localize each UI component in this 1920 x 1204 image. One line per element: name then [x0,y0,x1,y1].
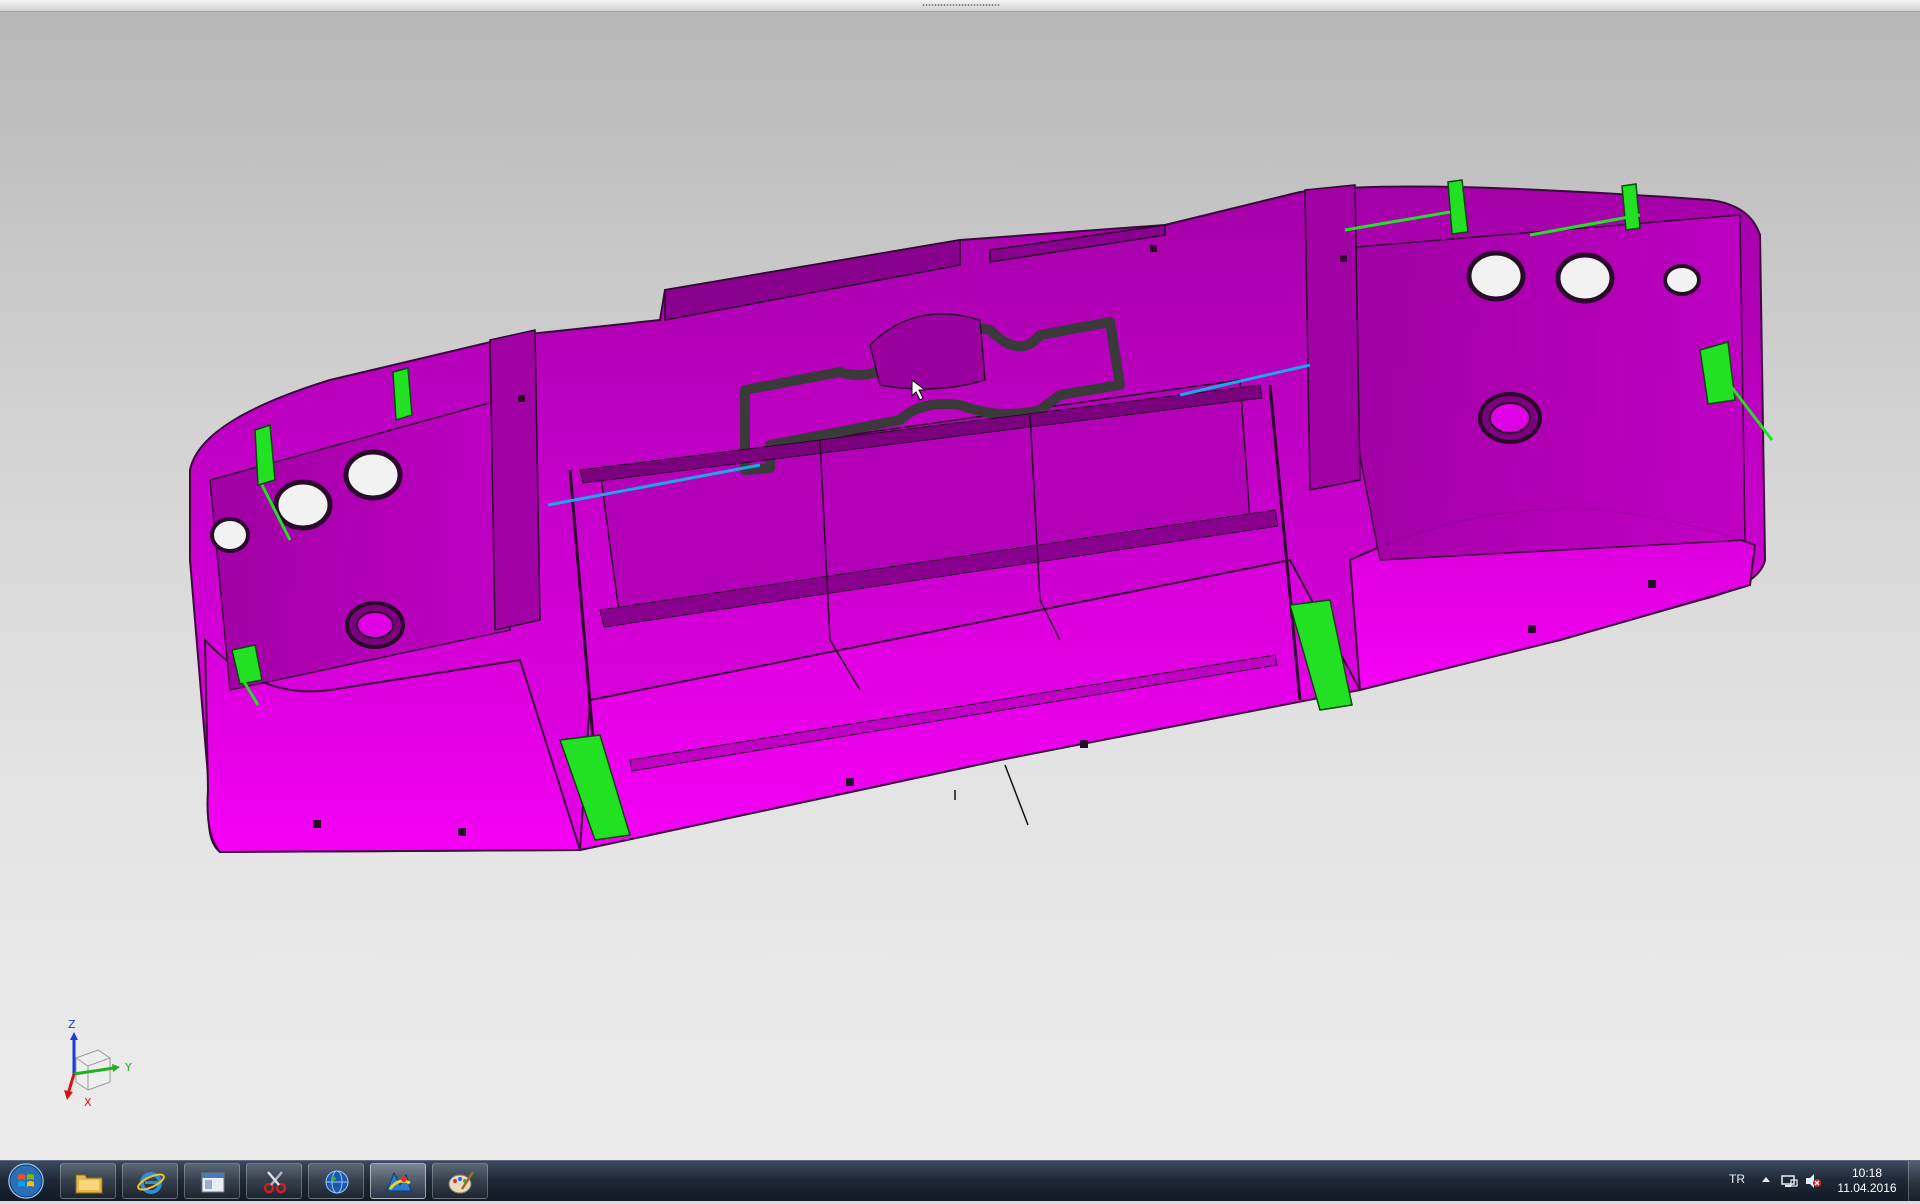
clock-time: 10:18 [1851,1166,1883,1180]
show-hidden-icons-icon[interactable] [1760,1173,1772,1187]
3d-viewport[interactable]: Z Y X [0,12,1920,1160]
clock-date: 11.04.2016 [1837,1181,1897,1195]
taskbar-button-window[interactable] [184,1163,240,1199]
corner-block-left [489,329,541,631]
volume-muted-icon[interactable] [1804,1173,1822,1189]
start-button[interactable] [4,1162,48,1200]
window-top-strip [0,0,1920,12]
triad-z-label: Z [68,1018,76,1031]
taskbar-button-ie[interactable] [122,1163,178,1199]
windows-start-orb-icon [8,1163,44,1199]
palette-icon [448,1171,475,1194]
corner-block-right [1304,184,1361,491]
taskbar-button-snipping[interactable] [246,1163,302,1199]
folder-icon [75,1174,103,1194]
taskbar-button-cad[interactable] [370,1163,426,1199]
taskbar-button-explorer[interactable] [60,1163,116,1199]
resize-grip[interactable] [922,3,1000,7]
bumper-model[interactable] [0,12,1920,1160]
probe-line [1004,764,1029,826]
axis-triad[interactable]: Z Y X [58,1018,148,1120]
network-icon[interactable] [1780,1173,1798,1189]
scissors-icon [263,1171,287,1194]
windows-taskbar: TR 10:18 11.04.2016 [0,1160,1920,1201]
taskbar-button-paint[interactable] [432,1163,488,1199]
clock[interactable]: 10:18 11.04.2016 [1830,1166,1904,1196]
window-icon [201,1172,225,1193]
triad-cube-icon [64,1032,120,1100]
cad-app-icon [386,1171,412,1192]
ie-icon [137,1172,165,1194]
globe-icon [325,1170,349,1194]
triad-x-label: X [84,1096,92,1109]
taskbar-button-globe[interactable] [308,1163,364,1199]
show-desktop-button[interactable] [1908,1161,1920,1201]
triad-y-label: Y [125,1061,132,1074]
language-indicator[interactable]: TR [1729,1172,1745,1186]
